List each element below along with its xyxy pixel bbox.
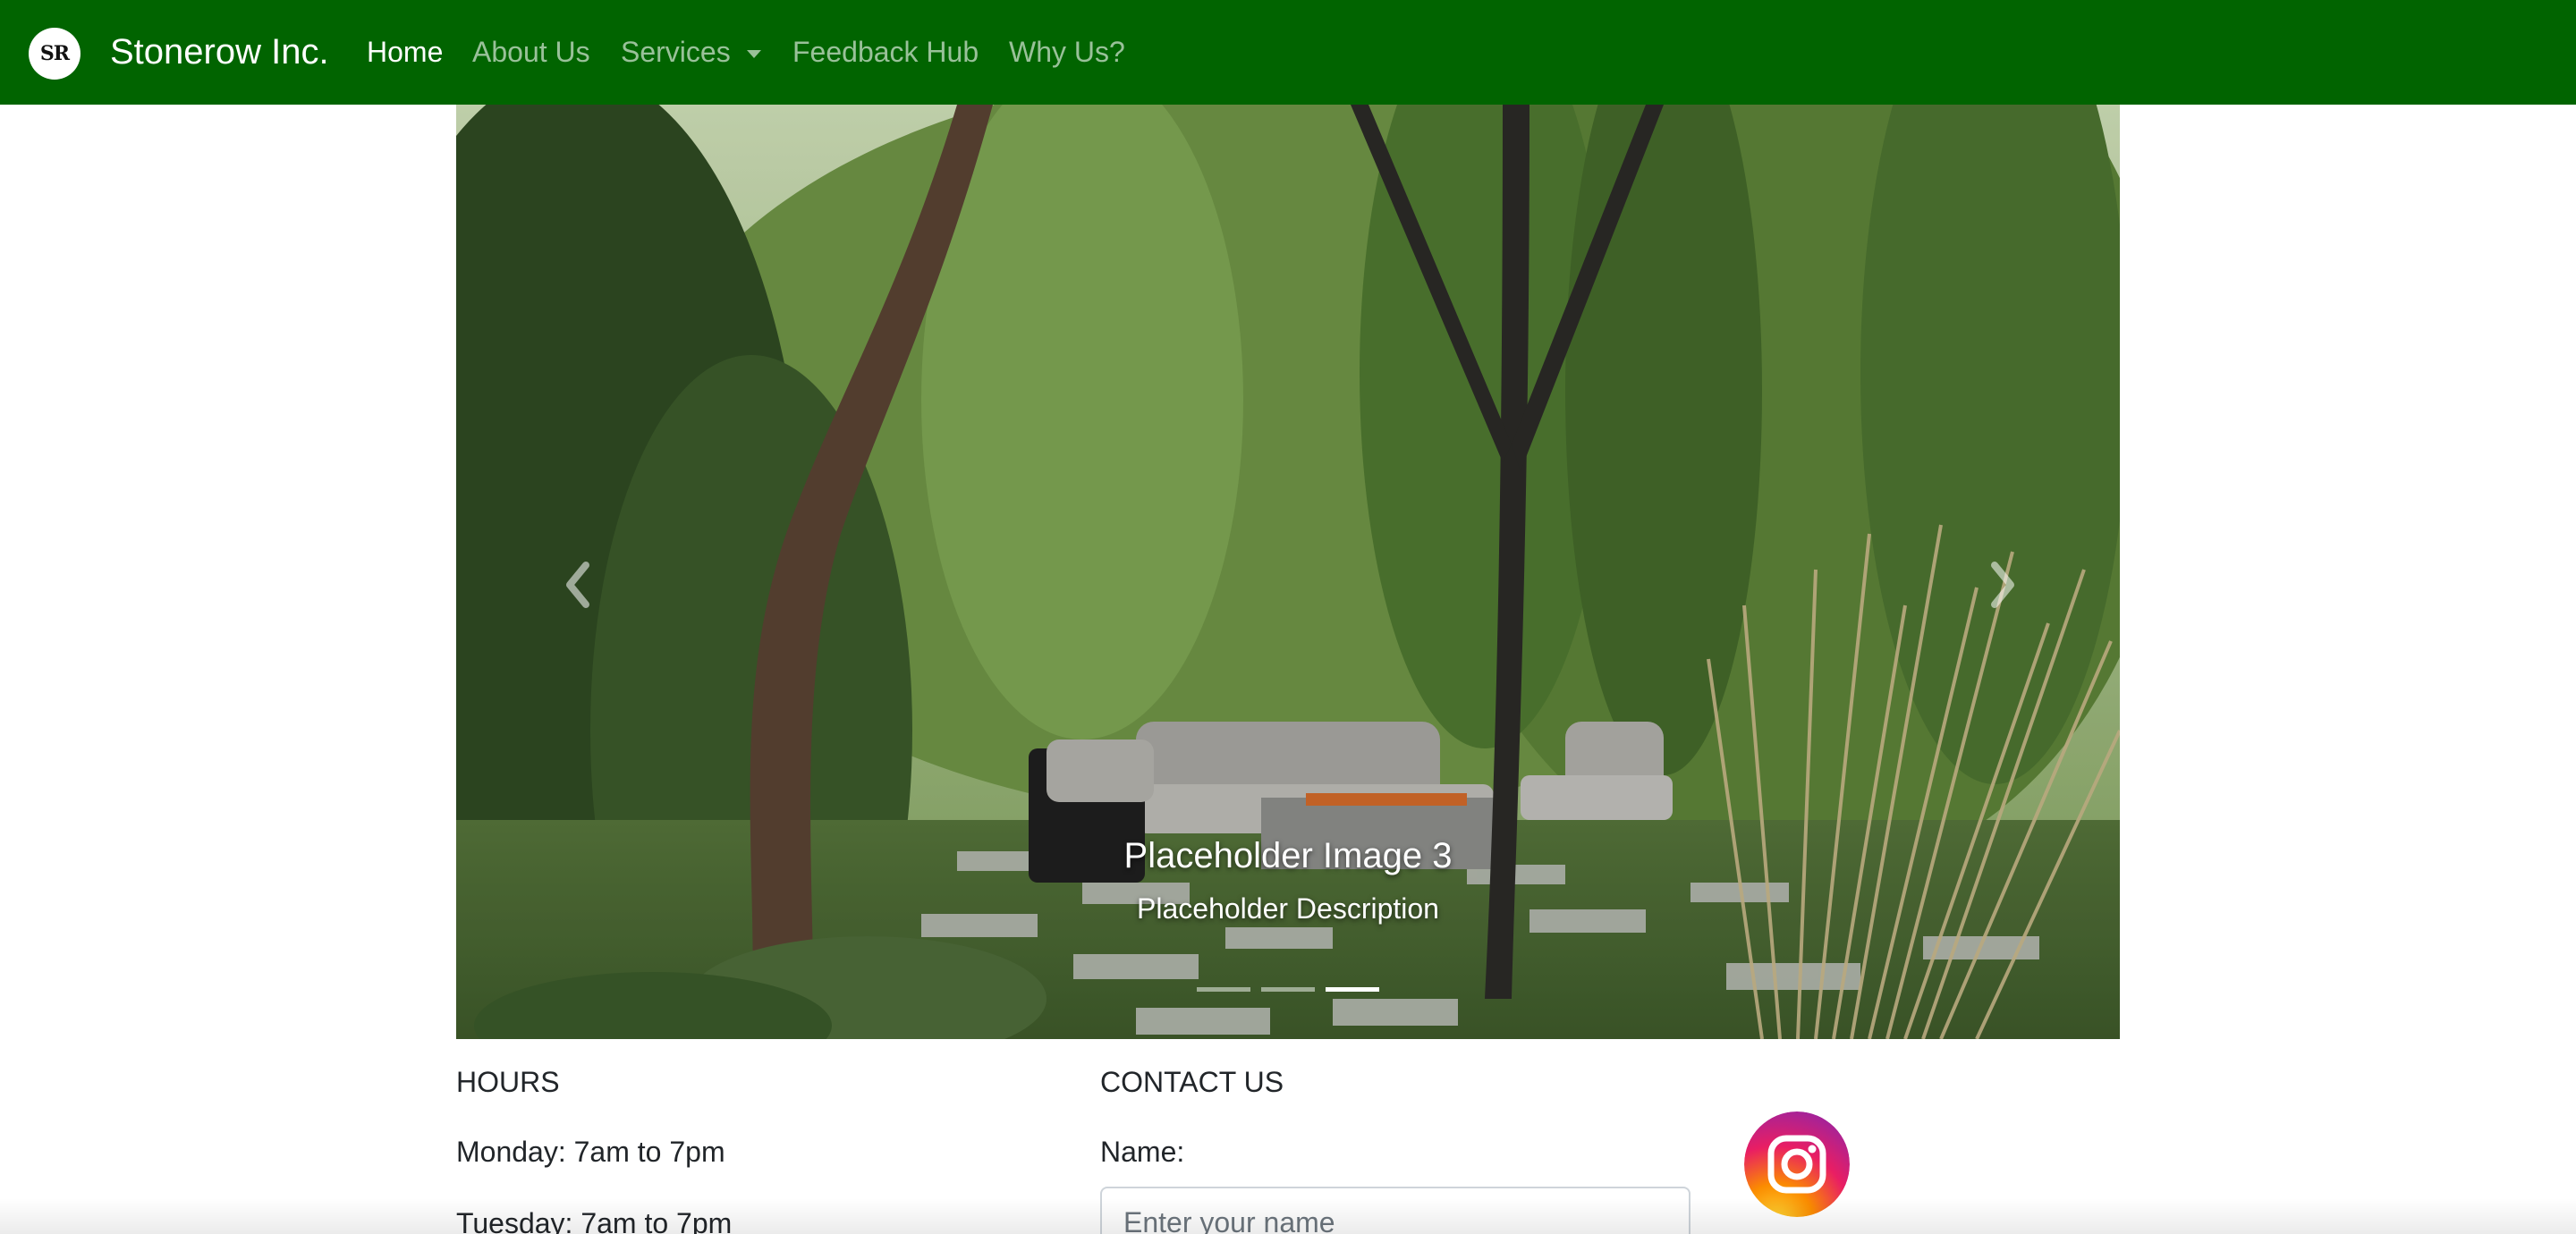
nav-link-services[interactable]: Services — [621, 34, 731, 70]
carousel-indicator[interactable] — [1261, 987, 1315, 992]
hours-line: Monday: 7am to 7pm — [456, 1136, 725, 1168]
brand-logo-text: SR — [39, 42, 70, 65]
image-carousel: Placeholder Image 3 Placeholder Descript… — [456, 105, 2120, 1039]
instagram-icon[interactable] — [1744, 1111, 1850, 1217]
carousel-caption: Placeholder Image 3 Placeholder Descript… — [456, 833, 2120, 926]
brand-name[interactable]: Stonerow Inc. — [110, 32, 329, 72]
carousel-prev-button[interactable] — [550, 545, 604, 625]
nav-link-feedback-hub[interactable]: Feedback Hub — [792, 34, 979, 70]
nav-link-home[interactable]: Home — [367, 34, 443, 70]
chevron-down-icon[interactable] — [747, 50, 761, 58]
carousel-caption-title: Placeholder Image 3 — [1123, 836, 1453, 875]
hours-line: Tuesday: 7am to 7pm — [456, 1207, 733, 1234]
carousel-indicators — [456, 987, 2120, 992]
carousel-indicator-active[interactable] — [1326, 987, 1379, 992]
chevron-right-icon — [1991, 562, 2014, 608]
carousel-indicator[interactable] — [1197, 987, 1250, 992]
chevron-left-icon — [566, 562, 589, 608]
carousel-next-button[interactable] — [1977, 545, 2030, 625]
hours-heading: HOURS — [456, 1066, 560, 1098]
nav-link-why-us[interactable]: Why Us? — [1009, 34, 1125, 70]
carousel-caption-description: Placeholder Description — [1137, 892, 1439, 925]
navbar: SR Stonerow Inc. Home About Us Services … — [0, 0, 2576, 105]
nav-link-about-us[interactable]: About Us — [472, 34, 590, 70]
contact-heading: CONTACT US — [1100, 1066, 1284, 1098]
brand-logo[interactable]: SR — [29, 28, 80, 80]
name-input[interactable] — [1100, 1187, 1690, 1234]
name-label: Name: — [1100, 1136, 1185, 1168]
